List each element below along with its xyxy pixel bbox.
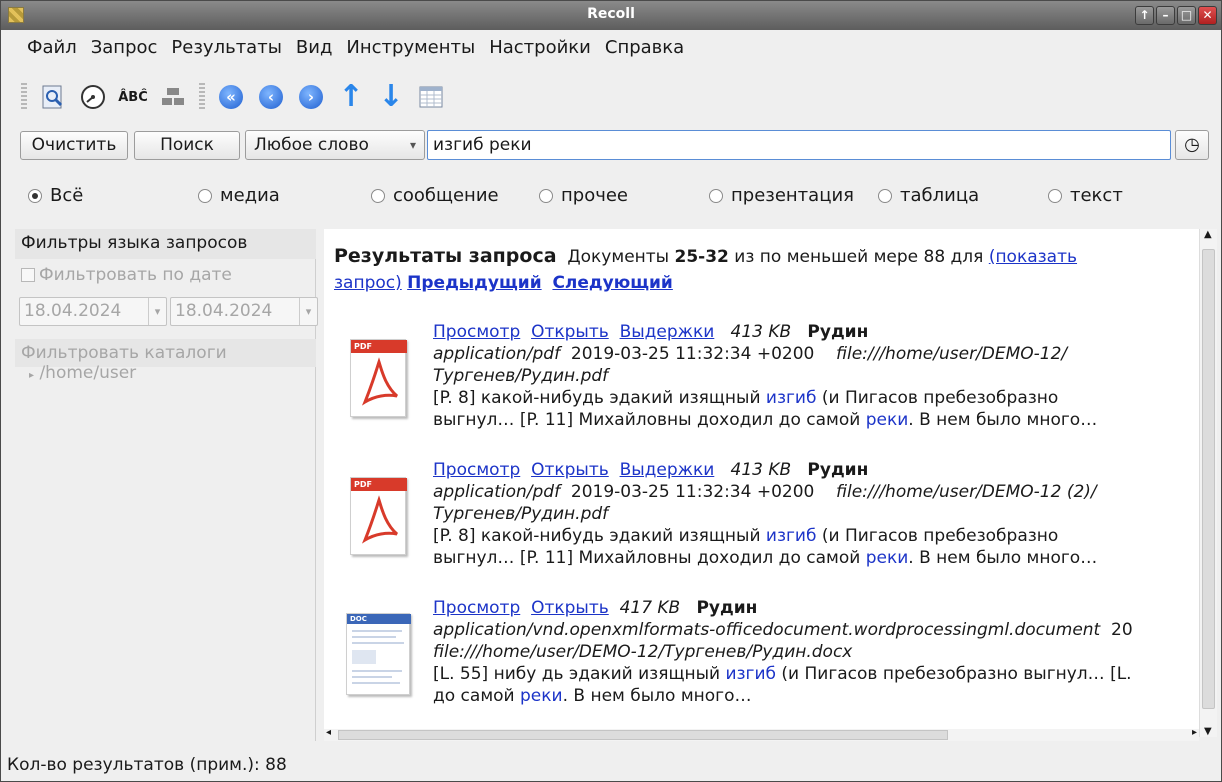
gauge-icon (81, 85, 105, 109)
search-window-button[interactable] (36, 80, 70, 114)
open-link[interactable]: Открыть (531, 322, 609, 342)
snippets-link[interactable]: Выдержки (620, 460, 715, 480)
preview-link[interactable]: Просмотр (433, 322, 520, 342)
filter-text[interactable]: текст (1048, 185, 1123, 206)
dir-tree-item[interactable]: ▸ /home/user (29, 363, 136, 383)
search-button[interactable]: Поиск (134, 131, 240, 160)
date-from-field[interactable]: 18.04.2024 ▾ (19, 297, 167, 326)
sort-ascending-button[interactable]: ↑ (334, 80, 368, 114)
results-horizontal-scrollbar[interactable]: ◂ ▸ (324, 727, 1199, 741)
spelling-icon: ÂBĈ (118, 89, 148, 105)
menu-help[interactable]: Справка (599, 37, 692, 67)
next-page-icon: › (299, 85, 323, 109)
chevron-down-icon: ▾ (299, 298, 317, 325)
scroll-right-icon[interactable]: ▸ (1192, 727, 1197, 738)
chevron-down-icon: ▾ (409, 138, 416, 152)
toolbar: ÂBĈ « ‹ › ↑ ↓ (15, 77, 451, 117)
close-button[interactable]: ✕ (1198, 6, 1217, 25)
table-view-button[interactable] (414, 80, 448, 114)
title-bar: Recoll ↑ – □ ✕ (1, 1, 1221, 30)
radio-icon (878, 188, 892, 203)
radio-icon (709, 188, 723, 203)
menu-bar: Файл Запрос Результаты Вид Инструменты Н… (1, 37, 692, 67)
results-title: Результаты запроса (334, 245, 557, 267)
database-icon (162, 88, 184, 105)
magnifier-document-icon (42, 85, 63, 109)
menu-results[interactable]: Результаты (165, 37, 289, 67)
next-page-button[interactable]: › (294, 80, 328, 114)
docx-icon: DOC (340, 609, 416, 701)
side-panel-header: Фильтры языка запросов (15, 229, 316, 259)
result-title: Рудин (807, 322, 869, 342)
show-query-link-cont[interactable]: запрос) (334, 273, 402, 293)
result-title: Рудин (696, 598, 758, 618)
results-header: Результаты запроса Документы 25-32 из по… (334, 245, 1078, 293)
results-range: 25-32 (674, 247, 729, 267)
arrow-down-icon: ↓ (378, 79, 404, 114)
prev-page-icon: ‹ (259, 85, 283, 109)
chevron-down-icon: ▾ (148, 298, 166, 325)
filter-media[interactable]: медиа (198, 185, 280, 206)
menu-view[interactable]: Вид (290, 37, 341, 67)
results-panel: Результаты запроса Документы 25-32 из по… (324, 229, 1199, 729)
filter-all[interactable]: Всё (28, 185, 83, 206)
window-title: Recoll (587, 6, 635, 22)
radio-icon (1048, 188, 1062, 203)
scroll-down-icon[interactable]: ▼ (1204, 726, 1212, 737)
clear-button[interactable]: Очистить (20, 131, 128, 160)
preview-link[interactable]: Просмотр (433, 598, 520, 618)
toolbar-separator (199, 83, 205, 111)
radio-icon (539, 188, 553, 203)
scrollbar-thumb[interactable] (1202, 249, 1215, 709)
search-mode-select[interactable]: Любое слово ▾ (245, 130, 425, 160)
pdf-icon: PDF (340, 333, 416, 425)
table-icon (419, 86, 443, 108)
app-window: Recoll ↑ – □ ✕ Файл Запрос Результаты Ви… (0, 0, 1222, 782)
first-page-icon: « (219, 85, 243, 109)
menu-query[interactable]: Запрос (85, 37, 166, 67)
history-button[interactable] (76, 80, 110, 114)
toolbar-grip (21, 83, 27, 111)
results-vertical-scrollbar[interactable]: ▲ ▼ (1199, 229, 1217, 737)
preview-link[interactable]: Просмотр (433, 460, 520, 480)
filter-presentation[interactable]: презентация (709, 185, 854, 206)
history-clock-button[interactable]: ◷ (1175, 130, 1209, 160)
radio-icon (28, 188, 42, 203)
open-link[interactable]: Открыть (531, 598, 609, 618)
filter-other[interactable]: прочее (539, 185, 628, 206)
chevron-right-icon: ▸ (29, 370, 35, 381)
first-page-button[interactable]: « (214, 80, 248, 114)
checkbox-icon (21, 268, 35, 282)
maximize-button[interactable]: □ (1177, 6, 1196, 25)
search-input[interactable]: изгиб реки (427, 130, 1171, 160)
result-title: Рудин (807, 460, 869, 480)
menu-file[interactable]: Файл (1, 37, 85, 67)
spelling-button[interactable]: ÂBĈ (116, 80, 150, 114)
radio-icon (198, 188, 212, 203)
prev-page-link[interactable]: Предыдущий (407, 273, 541, 293)
radio-icon (371, 188, 385, 203)
scrollbar-thumb[interactable] (338, 730, 948, 740)
keep-above-button[interactable]: ↑ (1135, 6, 1154, 25)
show-query-link[interactable]: (показать (989, 247, 1077, 267)
filter-spreadsheet[interactable]: таблица (878, 185, 979, 206)
arrow-up-icon: ↑ (338, 79, 364, 114)
status-bar: Кол-во результатов (прим.): 88 (7, 755, 287, 775)
open-link[interactable]: Открыть (531, 460, 609, 480)
prev-page-button[interactable]: ‹ (254, 80, 288, 114)
next-page-link[interactable]: Следующий (552, 273, 672, 293)
snippets-link[interactable]: Выдержки (620, 322, 715, 342)
date-filter-checkbox[interactable]: Фильтровать по дате (21, 265, 232, 285)
scroll-left-icon[interactable]: ◂ (326, 727, 331, 738)
scroll-up-icon[interactable]: ▲ (1204, 229, 1212, 240)
filter-message[interactable]: сообщение (371, 185, 499, 206)
menu-tools[interactable]: Инструменты (340, 37, 483, 67)
clock-icon: ◷ (1184, 134, 1200, 155)
sort-descending-button[interactable]: ↓ (374, 80, 408, 114)
index-button[interactable] (156, 80, 190, 114)
minimize-button[interactable]: – (1156, 6, 1175, 25)
menu-settings[interactable]: Настройки (483, 37, 599, 67)
date-to-field[interactable]: 18.04.2024 ▾ (170, 297, 318, 326)
pdf-icon: PDF (340, 471, 416, 563)
